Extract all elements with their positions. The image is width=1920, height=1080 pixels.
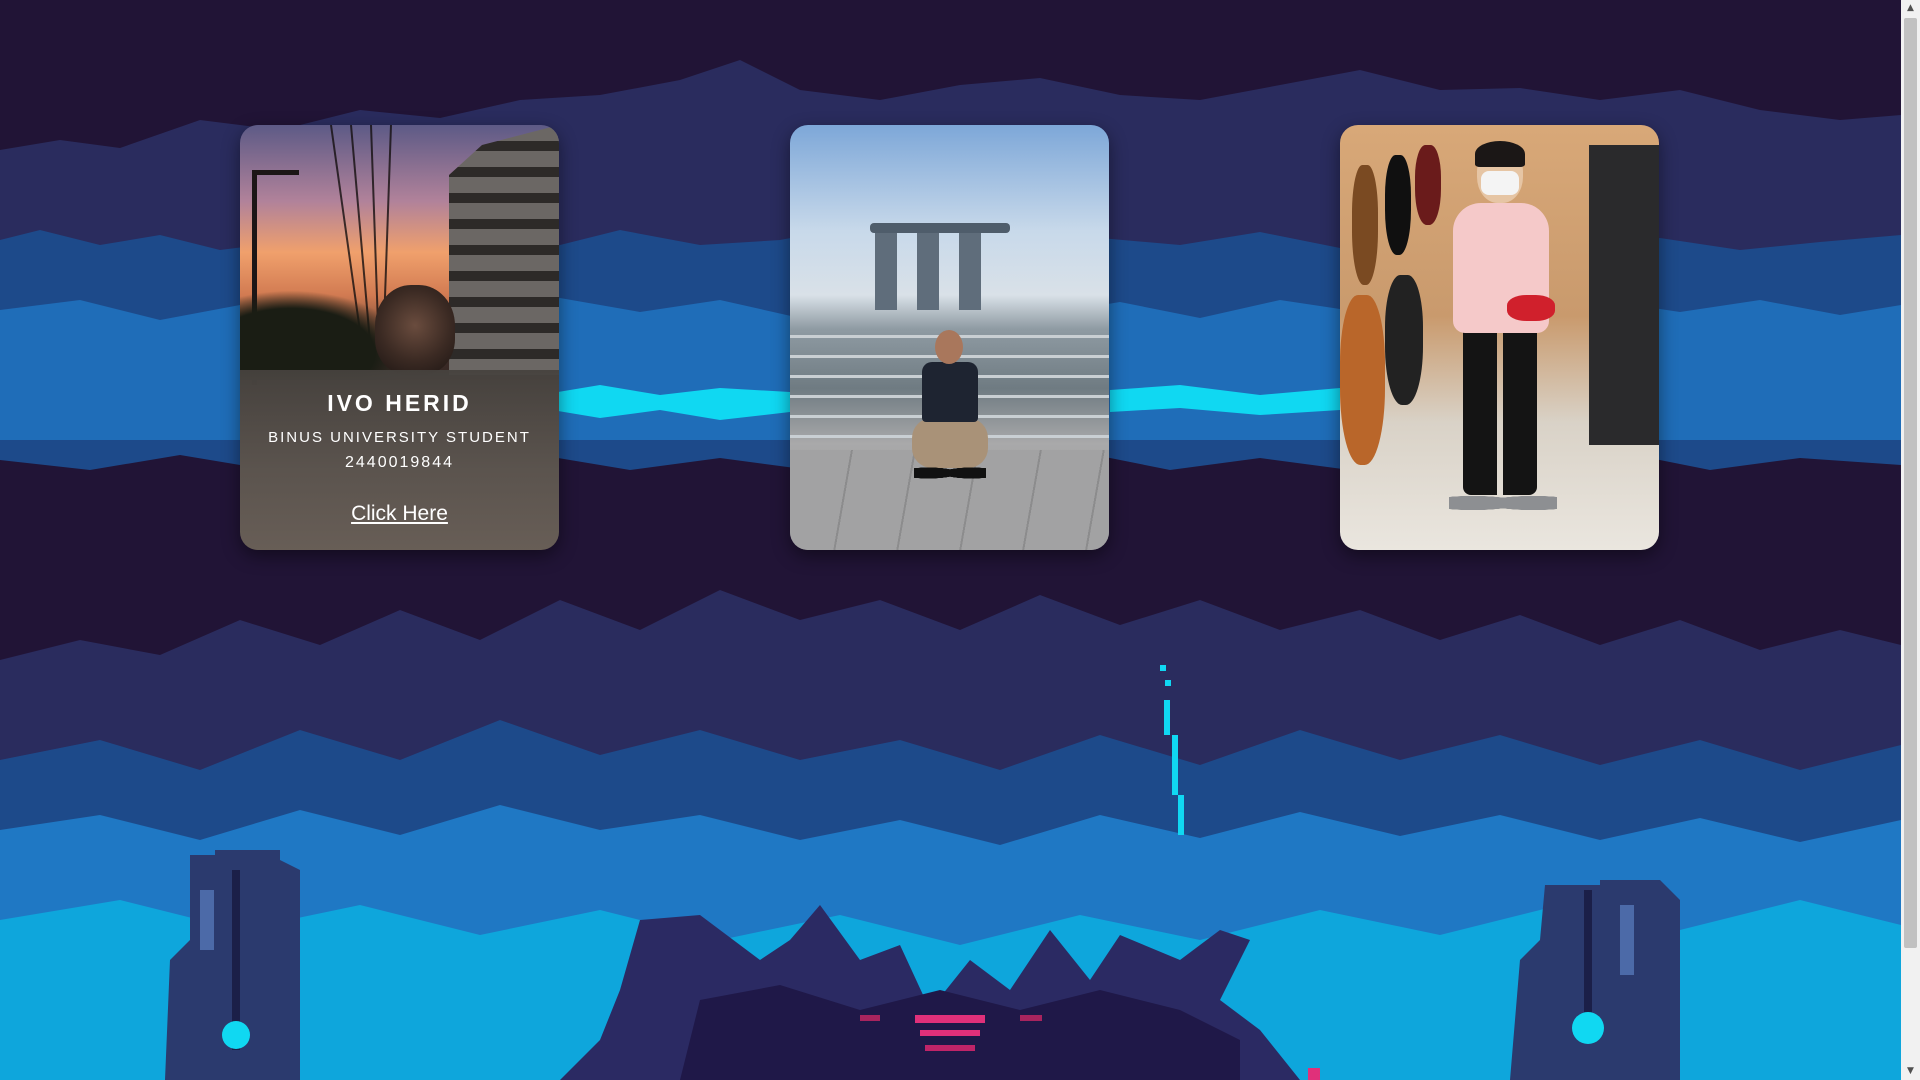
parking-building	[449, 125, 559, 375]
vertical-scrollbar[interactable]: ▲ ▼	[1901, 0, 1920, 1080]
pink-glow	[925, 1045, 975, 1051]
scrollbar-thumb[interactable]	[1904, 18, 1917, 948]
profile-info-panel: IVO HERID BINUS UNIVERSITY STUDENT 24400…	[240, 370, 559, 550]
pink-glow	[860, 1015, 880, 1021]
guitar-shop-photo	[1340, 125, 1659, 550]
cyan-drip	[1165, 680, 1171, 686]
scroll-down-arrow-icon[interactable]: ▼	[1901, 1063, 1920, 1080]
red-ukulele	[1507, 295, 1555, 321]
cyan-drip	[1164, 700, 1170, 735]
person-silhouette	[375, 285, 455, 375]
pink-glow	[920, 1030, 980, 1036]
person-shoes	[914, 462, 986, 484]
crouching-person	[910, 330, 990, 495]
hotel-towers	[875, 225, 995, 310]
right-tower-window	[1620, 905, 1634, 975]
left-tower-window	[200, 890, 214, 950]
person-hair	[1475, 141, 1525, 167]
scroll-up-arrow-icon[interactable]: ▲	[1901, 0, 1920, 17]
cyan-drip	[1178, 795, 1184, 835]
hotel-skypark	[870, 223, 1010, 233]
keyboard-rack	[1589, 145, 1659, 445]
profile-name: IVO HERID	[327, 390, 472, 416]
pink-glow	[1020, 1015, 1042, 1021]
face-mask	[1481, 171, 1519, 195]
person-legs	[912, 418, 988, 468]
person-pants	[1463, 325, 1537, 495]
person-sneakers	[1449, 490, 1557, 516]
person-shirt	[922, 362, 978, 422]
person-head	[935, 330, 963, 364]
cyan-drip	[1160, 665, 1166, 671]
left-tower-orb	[222, 1021, 250, 1049]
marina-bay-waterfront-photo	[790, 125, 1109, 550]
pink-glow	[915, 1015, 985, 1023]
photo-card-guitar-shop[interactable]	[1340, 125, 1659, 550]
student-id: 2440019844	[345, 454, 454, 471]
hanging-guitar	[1385, 155, 1411, 255]
page-viewport: IVO HERID BINUS UNIVERSITY STUDENT 24400…	[0, 0, 1901, 1080]
right-tower-orb	[1572, 1012, 1604, 1044]
profile-role: BINUS UNIVERSITY STUDENT	[268, 429, 531, 446]
acoustic-guitar	[1340, 295, 1385, 465]
cyan-drip	[1172, 735, 1178, 795]
person-with-ukulele	[1435, 141, 1565, 535]
hanging-guitar	[1352, 165, 1378, 285]
pink-dot	[1308, 1068, 1320, 1080]
click-here-link[interactable]: Click Here	[351, 502, 448, 526]
right-tower-slot	[1584, 890, 1592, 1020]
guitar-case	[1385, 275, 1423, 405]
photo-card-waterfront[interactable]	[790, 125, 1109, 550]
profile-card[interactable]: IVO HERID BINUS UNIVERSITY STUDENT 24400…	[240, 125, 559, 550]
